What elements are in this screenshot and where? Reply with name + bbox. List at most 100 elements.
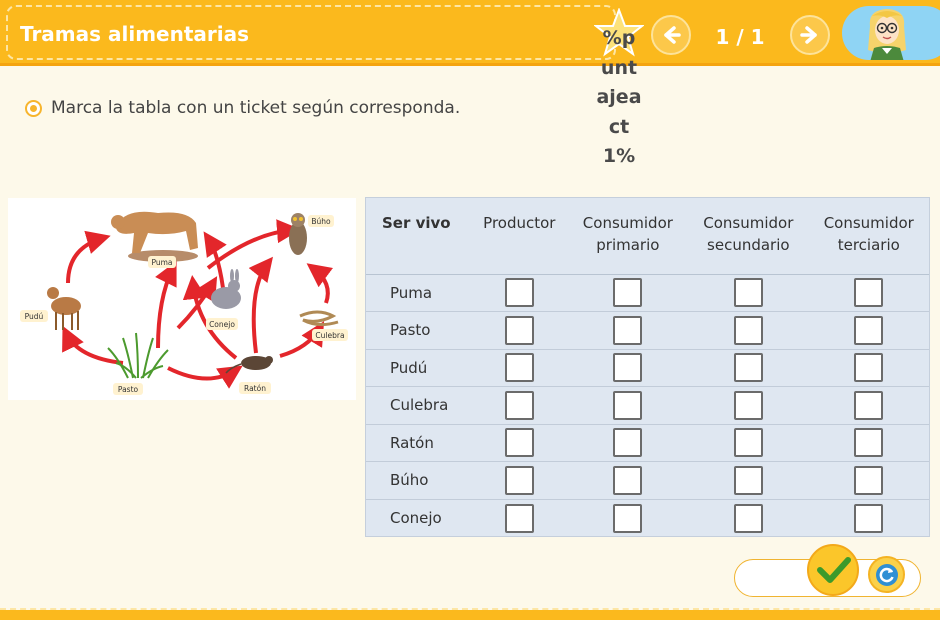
classification-checkbox[interactable] (733, 278, 763, 308)
next-button[interactable] (790, 15, 830, 55)
checkbox-cell (471, 424, 568, 462)
checkbox-cell (567, 274, 689, 312)
classification-checkbox[interactable] (504, 353, 534, 383)
checkbox-cell (567, 311, 689, 350)
row-label: Ratón (366, 424, 471, 462)
checkbox-cell (688, 499, 808, 537)
checkbox-cell (471, 349, 568, 387)
column-header: Consumidor terciario (808, 198, 929, 275)
avatar-frame (842, 6, 940, 60)
checkbox-cell (688, 424, 809, 462)
table-row: Conejo (366, 499, 929, 537)
page-indicator: 1 / 1 (715, 25, 765, 49)
checkbox-cell (567, 424, 689, 462)
table-row: Culebra (366, 386, 929, 425)
checkbox-cell (808, 461, 929, 500)
row-label: Puma (366, 274, 471, 312)
page-title: Tramas alimentarias (20, 22, 250, 46)
classification-checkbox[interactable] (733, 353, 763, 383)
row-label: Pudú (366, 349, 471, 387)
arrow-left-icon (664, 26, 681, 44)
classification-checkbox[interactable] (504, 390, 534, 420)
table-row: Puma (366, 274, 929, 312)
checkmark-icon (817, 557, 851, 583)
row-label: Pasto (366, 311, 471, 350)
classification-checkbox[interactable] (613, 503, 643, 533)
label-puma: Puma (151, 258, 172, 267)
table-row: Pasto (366, 311, 929, 350)
classification-checkbox[interactable] (613, 278, 643, 308)
owl-illustration (289, 213, 307, 255)
table-row: Búho (366, 461, 929, 500)
checkbox-cell (567, 461, 689, 500)
checkbox-cell (808, 386, 929, 425)
checkbox-cell (471, 386, 568, 425)
classification-checkbox[interactable] (854, 465, 884, 495)
snake-illustration (299, 310, 339, 327)
checkbox-cell (688, 349, 809, 387)
row-label: Conejo (390, 509, 442, 527)
classification-checkbox[interactable] (613, 353, 643, 383)
checkbox-cell (567, 386, 689, 425)
instruction-bullet-icon (25, 100, 42, 117)
arrow-right-icon (800, 26, 817, 44)
column-header: Ser vivo (366, 198, 471, 275)
classification-checkbox[interactable] (733, 428, 763, 458)
checkbox-cell (808, 424, 929, 462)
classification-checkbox[interactable] (854, 428, 884, 458)
classification-checkbox[interactable] (854, 353, 884, 383)
classification-checkbox[interactable] (504, 315, 534, 345)
classification-checkbox[interactable] (854, 315, 884, 345)
classification-checkbox[interactable] (613, 315, 643, 345)
label-pudu: Pudú (25, 312, 44, 321)
classification-checkbox[interactable] (613, 390, 643, 420)
table-header-row: Ser vivo Productor Consumidor primario Co… (366, 198, 929, 275)
classification-checkbox[interactable] (854, 390, 884, 420)
checkbox-cell (471, 461, 568, 500)
table-row: Ratón (366, 424, 929, 462)
checkbox-cell (808, 349, 929, 387)
rabbit-illustration (211, 269, 241, 309)
header-bar: Tramas alimentarias %puntajeact1% 1 / 1 (0, 0, 940, 167)
label-raton: Ratón (244, 384, 266, 393)
score-text: %puntajeact1% (596, 27, 642, 167)
checkbox-cell (688, 311, 809, 350)
checkbox-cell (688, 461, 809, 500)
label-buho: Búho (311, 217, 331, 226)
classification-checkbox[interactable] (854, 278, 884, 308)
classification-checkbox[interactable] (733, 390, 763, 420)
avatar (868, 9, 906, 60)
label-culebra: Culebra (315, 331, 344, 340)
checkbox-cell (809, 499, 929, 537)
classification-checkbox[interactable] (613, 465, 643, 495)
classification-checkbox[interactable] (733, 465, 763, 495)
classification-checkbox[interactable] (504, 465, 534, 495)
column-header: Productor (471, 198, 568, 275)
classification-checkbox[interactable] (504, 503, 534, 533)
prev-button[interactable] (651, 15, 691, 55)
classification-table: Ser vivo Productor Consumidor primario Co… (365, 197, 930, 537)
checkbox-cell (471, 499, 568, 537)
checkbox-cell (688, 274, 809, 312)
puma-illustration (111, 211, 198, 262)
classification-checkbox[interactable] (504, 428, 534, 458)
column-header: Consumidor primario (567, 198, 689, 275)
check-answer-button[interactable] (807, 544, 859, 596)
classification-checkbox[interactable] (504, 278, 534, 308)
classification-checkbox[interactable] (733, 503, 763, 533)
refresh-icon (876, 564, 898, 586)
classification-checkbox[interactable] (733, 315, 763, 345)
deer-illustration (47, 287, 81, 330)
food-web-illustration: Búho Puma Pudú Conejo Culebra Pasto Rató… (8, 198, 356, 400)
checkbox-cell (567, 349, 689, 387)
column-header: Consumidor secundario (688, 198, 809, 275)
reset-button[interactable] (868, 556, 905, 593)
row-label: Culebra (366, 386, 471, 425)
checkbox-cell (568, 499, 688, 537)
classification-checkbox[interactable] (613, 428, 643, 458)
checkbox-cell (808, 274, 929, 312)
checkbox-cell (471, 311, 568, 350)
label-pasto: Pasto (118, 385, 139, 394)
classification-checkbox[interactable] (854, 503, 884, 533)
checkbox-cell (808, 311, 929, 350)
